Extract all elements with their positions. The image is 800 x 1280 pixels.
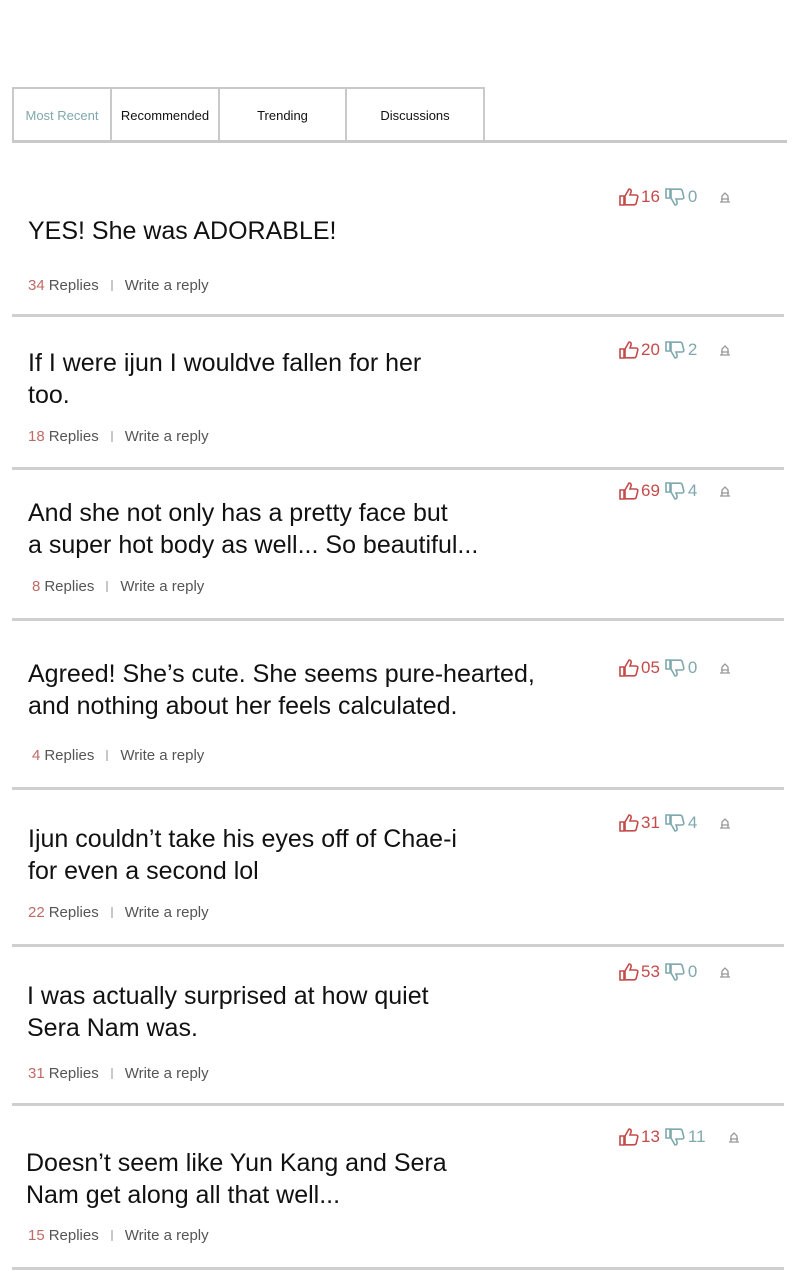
comment-meta: 34 Replies Write a reply [28,277,209,294]
write-reply-link[interactable]: Write a reply [125,904,209,921]
comment-text: I was actually surprised at how quiet Se… [27,982,429,1042]
report-icon[interactable] [717,343,733,357]
reply-count: 4 [32,747,41,764]
thumbs-up-icon[interactable] [618,187,640,207]
vote-bar: 53 0 [618,962,733,982]
replies-link[interactable]: Replies [49,1227,99,1244]
like-count: 31 [641,813,660,832]
tab-most-recent[interactable]: Most Recent [12,87,112,141]
comment-text: If I were ijun I wouldve fallen for her … [28,349,422,409]
comment-text: YES! She was ADORABLE! [28,217,337,245]
like-count: 53 [641,962,660,981]
replies-link[interactable]: Replies [49,277,99,294]
comment-text: And she not only has a pretty face but a… [28,499,479,559]
vote-bar: 69 4 [618,481,733,501]
divider [110,1068,113,1079]
vote-bar: 13 11 [618,1127,742,1147]
like-count: 16 [641,187,660,206]
dislike-count: 4 [687,813,698,832]
reply-count: 34 [28,277,45,294]
thumbs-down-icon[interactable] [664,1127,686,1147]
comment-meta: 31 Replies Write a reply [28,1065,209,1082]
vote-bar: 16 0 [618,187,733,207]
like-count: 13 [641,1127,660,1146]
vote-bar: 20 2 [618,340,733,360]
dislike-count: 0 [687,658,698,677]
comment-text: Doesn’t seem like Yun Kang and Sera Nam … [26,1149,447,1209]
write-reply-link[interactable]: Write a reply [125,428,209,445]
replies-link[interactable]: Replies [49,428,99,445]
reply-count: 15 [28,1227,45,1244]
write-reply-link[interactable]: Write a reply [125,1227,209,1244]
comment-meta: 18 Replies Write a reply [28,428,209,445]
thumbs-down-icon[interactable] [664,658,686,678]
report-icon[interactable] [717,965,733,979]
thumbs-up-icon[interactable] [618,481,640,501]
like-count: 05 [641,658,660,677]
divider [106,750,109,761]
divider [110,1230,113,1241]
reply-count: 8 [32,578,41,595]
comment-item: 31 4 Ijun couldn’t take his eyes off of … [12,787,784,947]
report-icon[interactable] [717,816,733,830]
write-reply-link[interactable]: Write a reply [125,277,209,294]
vote-bar: 31 4 [618,813,733,833]
comment-meta: 8 Replies Write a reply [32,578,204,595]
replies-link[interactable]: Replies [44,578,94,595]
comment-text: Agreed! She’s cute. She seems pure-heart… [28,660,535,720]
replies-link[interactable]: Replies [49,904,99,921]
like-count: 69 [641,481,660,500]
replies-link[interactable]: Replies [49,1065,99,1082]
replies-link[interactable]: Replies [44,747,94,764]
thumbs-up-icon[interactable] [618,658,640,678]
comment-item: 20 2 If I were ijun I wouldve fallen for… [12,317,784,472]
thumbs-down-icon[interactable] [664,481,686,501]
thumbs-up-icon[interactable] [618,962,640,982]
thumbs-down-icon[interactable] [664,962,686,982]
thumbs-up-icon[interactable] [618,813,640,833]
thumbs-down-icon[interactable] [664,187,686,207]
report-icon[interactable] [717,661,733,675]
dislike-count: 4 [687,481,698,500]
reply-count: 31 [28,1065,45,1082]
comment-text: Ijun couldn’t take his eyes off of Chae-… [28,825,457,885]
write-reply-link[interactable]: Write a reply [120,578,204,595]
report-icon[interactable] [717,190,733,204]
thumbs-down-icon[interactable] [664,340,686,360]
comment-meta: 22 Replies Write a reply [28,904,209,921]
comment-item: 05 0 Agreed! She’s cute. She seems pure-… [12,618,784,790]
thumbs-up-icon[interactable] [618,340,640,360]
comment-item: 53 0 I was actually surprised at how qui… [12,944,784,1106]
dislike-count: 11 [687,1127,706,1146]
comment-item: 13 11 Doesn’t seem like Yun Kang and Ser… [12,1103,784,1275]
comment-item: 16 0 YES! She was ADORABLE! 34 Replies W… [12,143,784,320]
write-reply-link[interactable]: Write a reply [125,1065,209,1082]
divider [110,280,113,291]
divider [110,907,113,918]
thumbs-down-icon[interactable] [664,813,686,833]
divider [110,431,113,442]
comment-meta: 4 Replies Write a reply [32,747,204,764]
vote-bar: 05 0 [618,658,733,678]
tab-bar: Most Recent Recommended Trending Discuss… [12,87,787,143]
thumbs-up-icon[interactable] [618,1127,640,1147]
divider [106,581,109,592]
write-reply-link[interactable]: Write a reply [120,747,204,764]
comment-meta: 15 Replies Write a reply [28,1227,209,1244]
reply-count: 18 [28,428,45,445]
tab-recommended[interactable]: Recommended [112,87,220,141]
comment-item: 69 4 And she not only has a pretty face … [12,467,784,622]
comment-divider [12,1267,784,1270]
like-count: 20 [641,340,660,359]
report-icon[interactable] [726,1130,742,1144]
dislike-count: 2 [687,340,698,359]
reply-count: 22 [28,904,45,921]
dislike-count: 0 [687,962,698,981]
report-icon[interactable] [717,484,733,498]
tab-trending[interactable]: Trending [220,87,347,141]
tab-discussions[interactable]: Discussions [347,87,485,141]
dislike-count: 0 [687,187,698,206]
